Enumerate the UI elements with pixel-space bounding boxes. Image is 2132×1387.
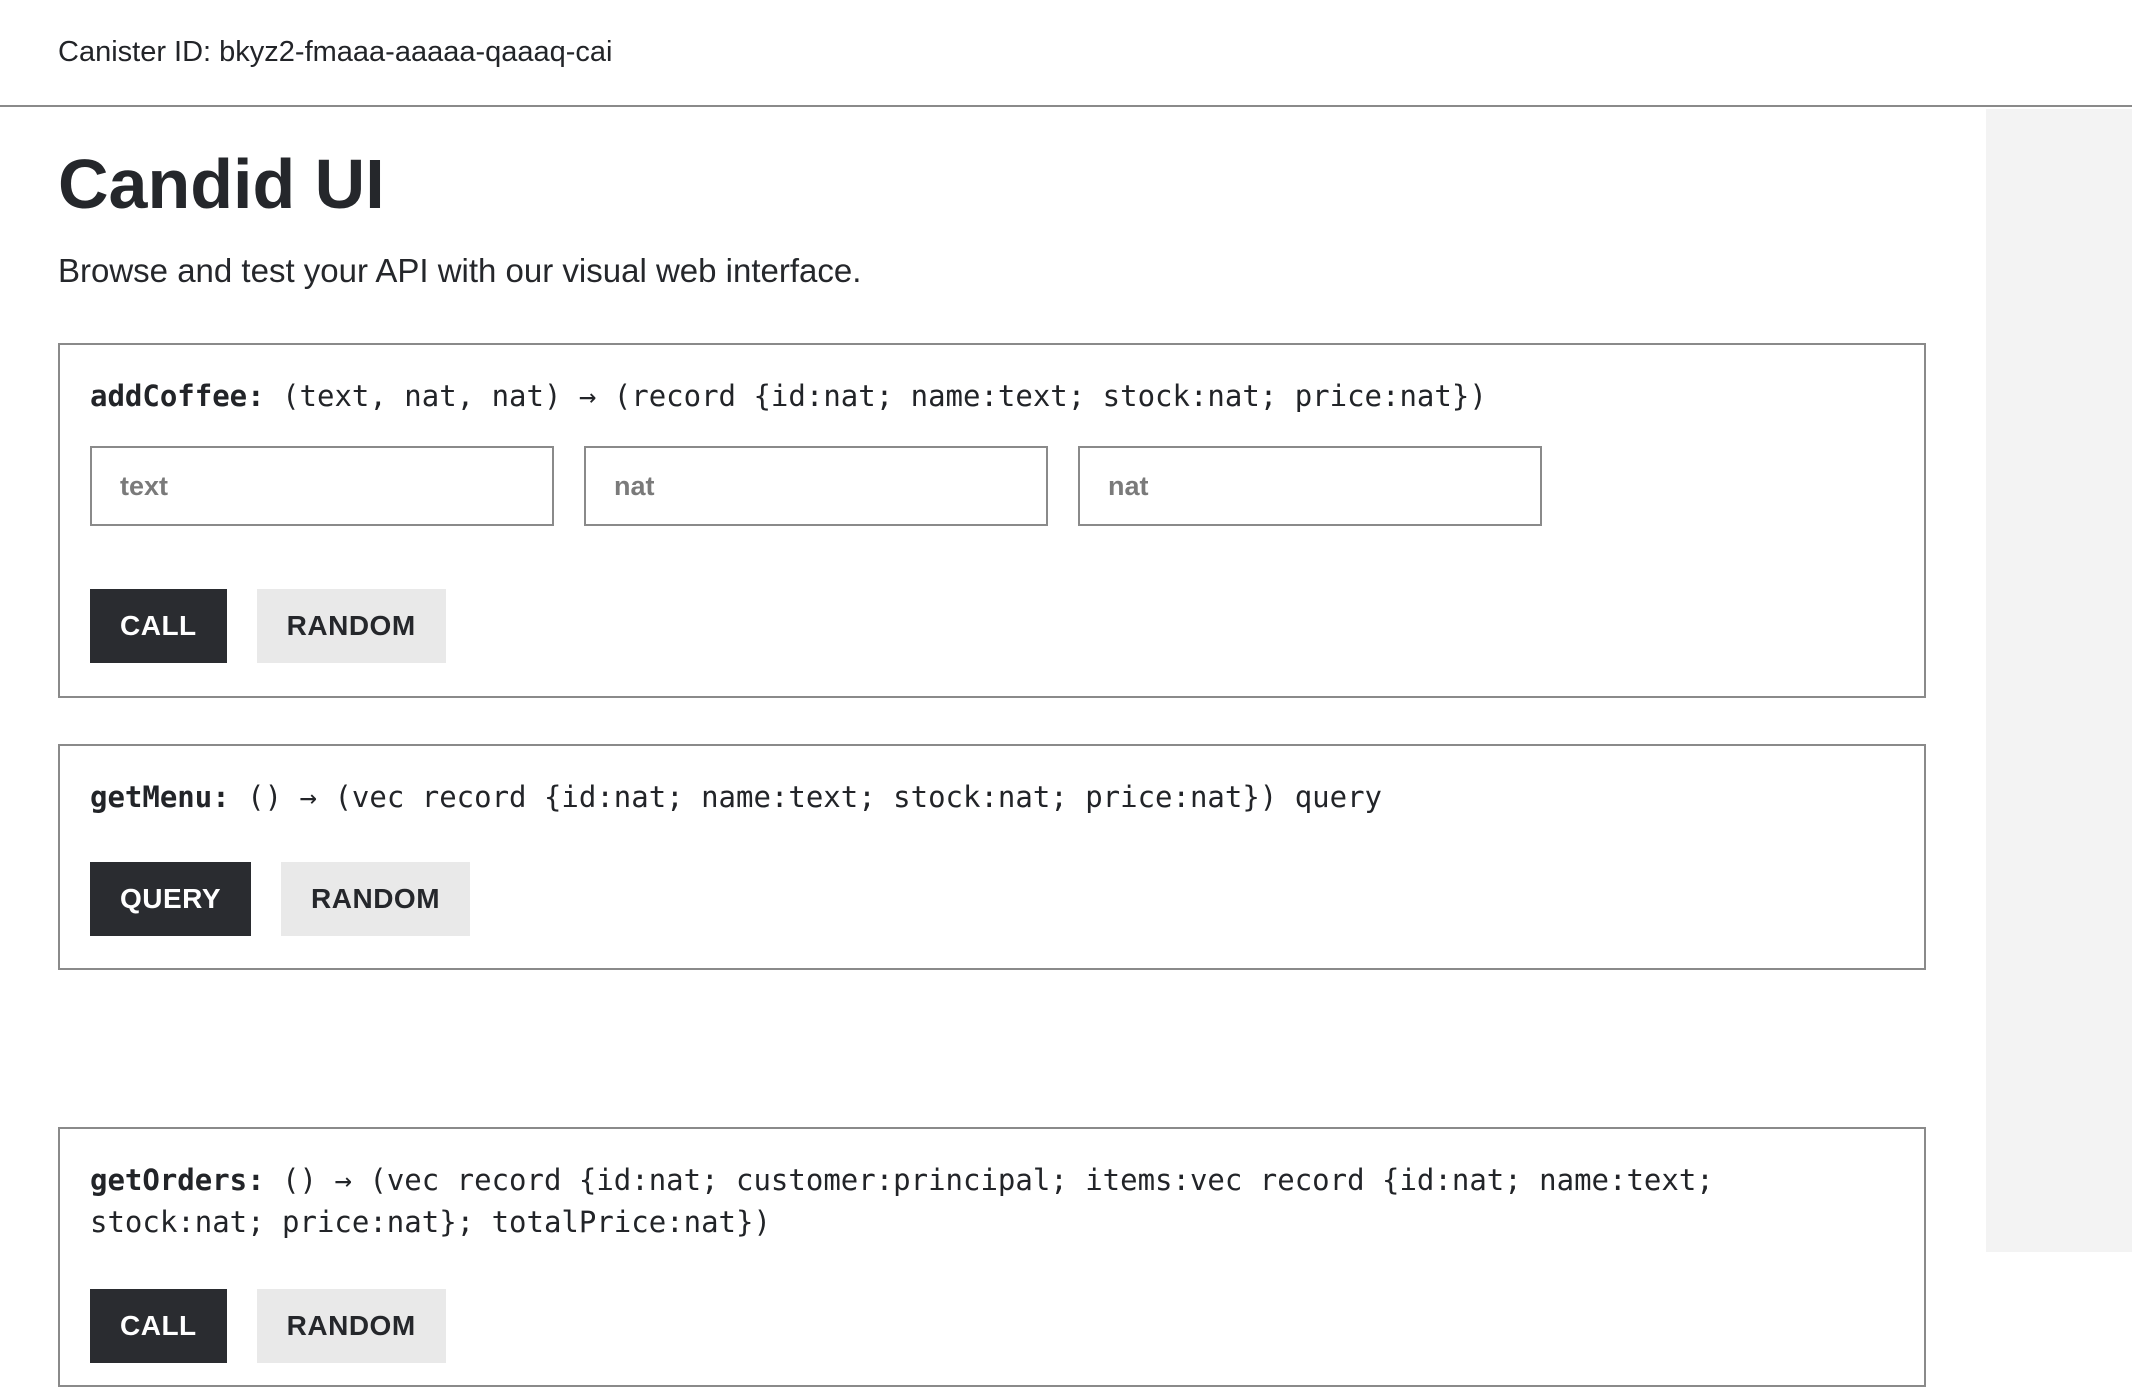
method-card-addcoffee: addCoffee: (text, nat, nat) → (record {i… <box>58 343 1926 698</box>
random-button[interactable]: RANDOM <box>256 1289 446 1363</box>
method-card-getmenu: getMenu: () → (vec record {id:nat; name:… <box>58 744 1926 970</box>
method-type: (text, nat, nat) → (record {id:nat; name… <box>264 379 1487 413</box>
query-button[interactable]: QUERY <box>90 862 252 936</box>
method-actions: CALL RANDOM <box>90 1289 446 1363</box>
method-name: getOrders: <box>90 1163 265 1197</box>
method-type: () → (vec record {id:nat; name:text; sto… <box>229 780 1383 814</box>
method-signature: addCoffee: (text, nat, nat) → (record {i… <box>90 375 1864 417</box>
random-button[interactable]: RANDOM <box>281 862 471 936</box>
method-actions: CALL RANDOM <box>90 589 446 663</box>
page-title: Candid UI <box>58 145 385 223</box>
arg-input-nat-1[interactable] <box>584 446 1048 526</box>
canister-id: Canister ID: bkyz2-fmaaa-aaaaa-qaaaq-cai <box>58 36 613 68</box>
arg-input-text[interactable] <box>90 446 554 526</box>
arg-input-nat-2[interactable] <box>1078 446 1542 526</box>
method-actions: QUERY RANDOM <box>90 862 471 936</box>
call-button[interactable]: CALL <box>90 1289 227 1363</box>
method-name: getMenu: <box>90 780 230 814</box>
method-card-getorders: getOrders: () → (vec record {id:nat; cus… <box>58 1127 1926 1387</box>
page-subtitle: Browse and test your API with our visual… <box>58 252 862 289</box>
method-signature: getMenu: () → (vec record {id:nat; name:… <box>90 776 1864 818</box>
argument-inputs <box>90 446 1542 526</box>
random-button[interactable]: RANDOM <box>256 589 446 663</box>
output-panel <box>1986 109 2132 1252</box>
call-button[interactable]: CALL <box>90 589 227 663</box>
top-bar: Canister ID: bkyz2-fmaaa-aaaaa-qaaaq-cai <box>0 0 2132 107</box>
method-signature: getOrders: () → (vec record {id:nat; cus… <box>90 1159 1864 1243</box>
method-type: () → (vec record {id:nat; customer:princ… <box>90 1163 1714 1239</box>
method-name: addCoffee: <box>90 379 265 413</box>
